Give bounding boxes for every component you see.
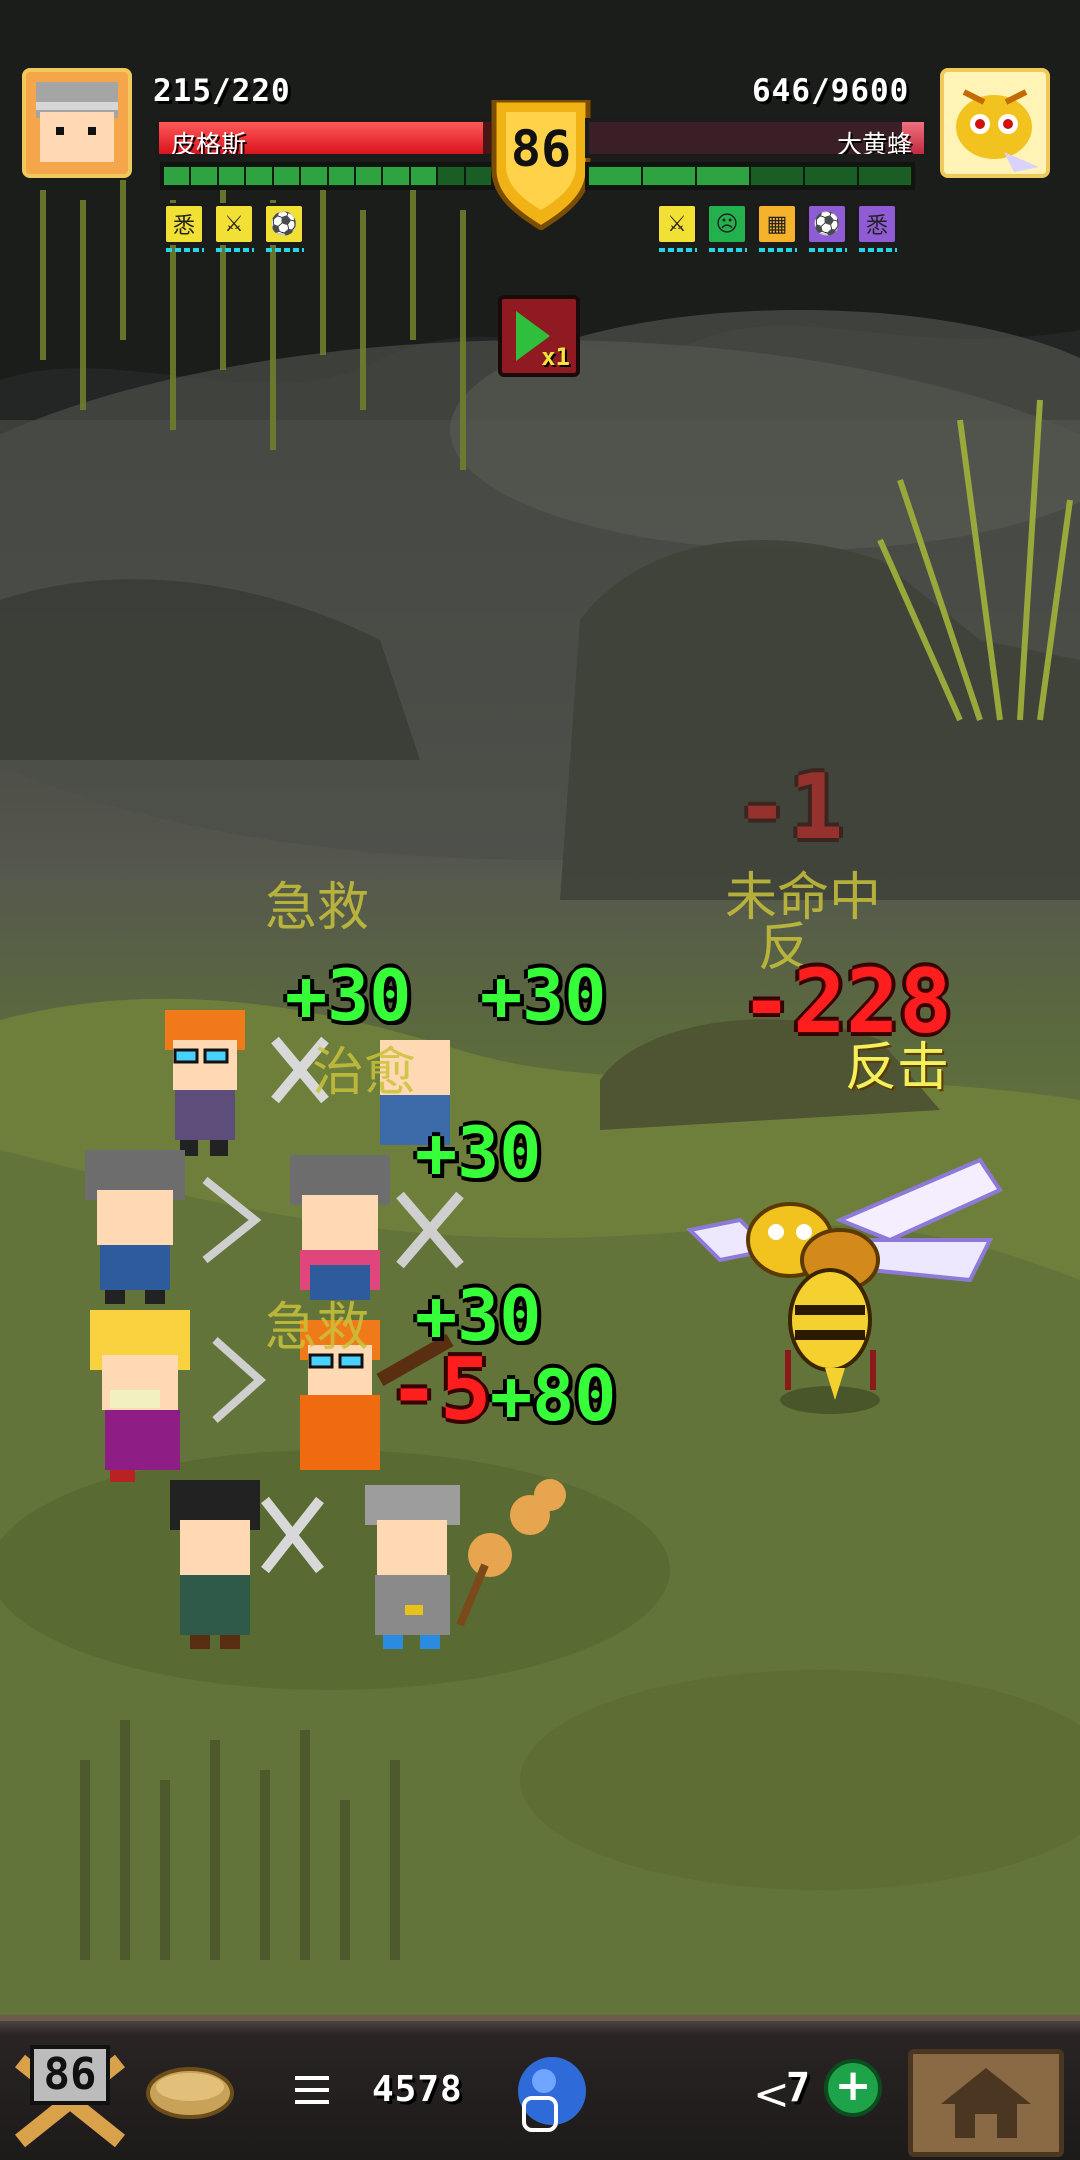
energy-segment: [805, 167, 857, 185]
heal-number: +30: [415, 1112, 542, 1194]
player-hp-bar: 皮格斯: [155, 118, 495, 158]
hornet-avatar-icon: [944, 72, 1046, 174]
stage-level-number: 86: [30, 2045, 110, 2105]
home-icon[interactable]: [522, 2096, 558, 2132]
knight-avatar-icon: [26, 72, 128, 174]
boss-buff-row: ⚔ ☹ ▦ ⚽ 悉: [656, 203, 906, 252]
energy-segment: [246, 167, 272, 185]
rage-icon[interactable]: 悉: [856, 203, 898, 252]
player-hp-text: 215/220: [153, 73, 291, 109]
damage-number: -1: [735, 755, 844, 860]
energy-segment: [589, 167, 641, 185]
angry-face-icon[interactable]: ☹: [706, 203, 748, 252]
energy-segment: [164, 167, 190, 185]
heal-number: +30: [285, 955, 412, 1037]
energy-segment: [383, 167, 409, 185]
battle-hud: 215/220 皮格斯 86 646/9600 大黄蜂 悉 ⚔ ⚽ ⚔ ☹ ▦ …: [0, 0, 1080, 260]
gold-amount: 4578: [372, 2069, 463, 2110]
energy-segment: [218, 167, 245, 185]
player-buff-row: 悉 ⚔ ⚽: [163, 203, 313, 252]
speed-button[interactable]: x1: [498, 295, 580, 377]
stage-level-badge[interactable]: 86: [10, 2041, 130, 2151]
armor-icon[interactable]: ▦: [756, 203, 798, 252]
menu-icon[interactable]: [295, 2076, 329, 2106]
sword-icon[interactable]: ⚔: [656, 203, 698, 252]
energy-segment: [697, 167, 749, 185]
skill-text-first-aid: 急救: [265, 878, 370, 938]
energy-segment: [328, 167, 354, 185]
boss-name: 大黄蜂: [836, 130, 912, 158]
ball-icon[interactable]: ⚽: [263, 203, 305, 252]
boss-energy-bar: [585, 162, 915, 190]
skill-text-first-aid: 急救: [265, 1298, 370, 1358]
speed-multiplier: x1: [541, 343, 570, 371]
home-button[interactable]: [908, 2049, 1064, 2157]
energy-segment: [410, 167, 437, 185]
player-energy-bar: [160, 162, 495, 190]
game-screen: 215/220 皮格斯 86 646/9600 大黄蜂 悉 ⚔ ⚽ ⚔ ☹ ▦ …: [0, 0, 1080, 2160]
counter-text: 反击: [845, 1038, 950, 1098]
energy-segment: [751, 167, 803, 185]
level-number: 86: [510, 120, 572, 178]
ball-icon[interactable]: ⚽: [806, 203, 848, 252]
boss-hp-text: 646/9600: [752, 73, 910, 109]
add-button[interactable]: +: [824, 2059, 882, 2117]
energy-segment: [643, 167, 695, 185]
energy-segment: [355, 167, 382, 185]
boss-portrait[interactable]: [940, 68, 1050, 178]
energy-segment: [438, 167, 464, 185]
damage-number: -5: [388, 1340, 492, 1440]
energy-segment: [273, 167, 300, 185]
player-portrait[interactable]: [22, 68, 132, 178]
rage-icon[interactable]: 悉: [163, 203, 205, 252]
energy-segment: [301, 167, 327, 185]
energy-segment: [191, 167, 217, 185]
sword-icon[interactable]: ⚔: [213, 203, 255, 252]
bottom-bar: 86 4578 < 7 +: [0, 2015, 1080, 2160]
heal-number: +80: [490, 1355, 617, 1437]
player-name: 皮格斯: [171, 130, 247, 158]
back-icon[interactable]: <: [753, 2069, 790, 2120]
resource-count: 7: [786, 2065, 811, 2111]
skill-text-heal: 治愈: [312, 1043, 417, 1103]
level-shield: 86: [486, 97, 596, 232]
boss-hp-bar: 大黄蜂: [585, 118, 928, 158]
heal-number: +30: [480, 955, 607, 1037]
energy-segment: [859, 167, 911, 185]
bread-icon[interactable]: [145, 2061, 235, 2121]
house-icon: [941, 2068, 1031, 2138]
